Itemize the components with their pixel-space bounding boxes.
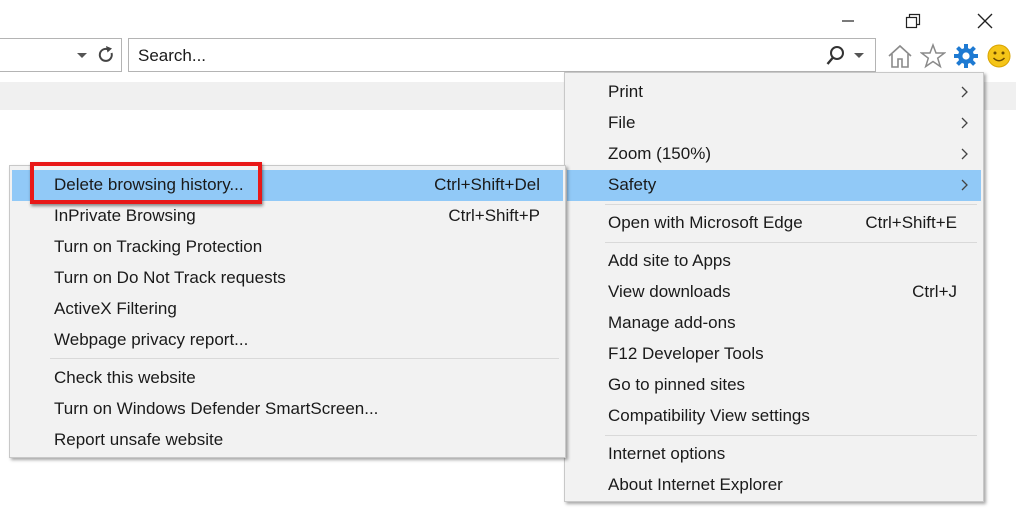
menu-separator <box>50 358 559 359</box>
star-icon <box>920 43 946 69</box>
chevron-right-icon <box>961 179 968 191</box>
smiley-icon <box>987 44 1011 68</box>
menu-item-add-site-to-apps[interactable]: Add site to Apps <box>567 246 981 277</box>
menu-separator <box>605 204 977 205</box>
menu-item-print[interactable]: Print <box>567 77 981 108</box>
magnifier-icon[interactable] <box>825 45 847 67</box>
home-icon <box>888 44 912 68</box>
home-button[interactable] <box>886 42 914 70</box>
menu-item-manage-add-ons[interactable]: Manage add-ons <box>567 308 981 339</box>
menu-item-check-website[interactable]: Check this website <box>12 363 563 394</box>
menu-item-label: Open with Microsoft Edge <box>608 213 803 232</box>
menu-item-tracking-protection[interactable]: Turn on Tracking Protection <box>12 232 563 263</box>
menu-item-privacy-report[interactable]: Webpage privacy report... <box>12 325 563 356</box>
close-icon <box>977 13 993 29</box>
menu-item-open-with-edge[interactable]: Open with Microsoft Edge Ctrl+Shift+E <box>567 208 981 239</box>
menu-item-zoom[interactable]: Zoom (150%) <box>567 139 981 170</box>
menu-item-label: Report unsafe website <box>54 430 224 449</box>
refresh-icon[interactable] <box>96 45 116 65</box>
menu-item-label: Zoom (150%) <box>608 144 711 163</box>
menu-separator <box>605 242 977 243</box>
highlight-annotation-box <box>30 162 262 204</box>
menu-item-about-ie[interactable]: About Internet Explorer <box>567 470 981 501</box>
menu-item-label: Turn on Tracking Protection <box>54 237 263 256</box>
feedback-button[interactable] <box>985 42 1013 70</box>
menu-item-shortcut: Ctrl+Shift+P <box>448 206 540 225</box>
safety-submenu: Delete browsing history... Ctrl+Shift+De… <box>9 165 566 458</box>
menu-item-label: Print <box>608 82 643 101</box>
menu-item-shortcut: Ctrl+Shift+Del <box>434 175 540 194</box>
search-input[interactable]: Search... <box>138 46 206 66</box>
menu-item-report-unsafe[interactable]: Report unsafe website <box>12 425 563 456</box>
menu-item-shortcut: Ctrl+Shift+E <box>865 213 957 232</box>
chevron-right-icon <box>961 86 968 98</box>
chevron-right-icon <box>961 148 968 160</box>
chevron-down-icon[interactable] <box>853 49 865 61</box>
menu-item-internet-options[interactable]: Internet options <box>567 439 981 470</box>
menu-item-label: Turn on Do Not Track requests <box>54 268 286 287</box>
menu-separator <box>605 435 977 436</box>
chevron-down-icon[interactable] <box>76 49 88 61</box>
menu-item-f12-developer-tools[interactable]: F12 Developer Tools <box>567 339 981 370</box>
menu-item-label: Compatibility View settings <box>608 406 810 425</box>
tools-menu: Print File Zoom (150%) Safety Open with … <box>564 72 984 502</box>
search-box[interactable]: Search... <box>128 38 876 72</box>
menu-item-label: Turn on Windows Defender SmartScreen... <box>54 399 379 418</box>
menu-item-label: Safety <box>608 175 657 194</box>
menu-item-label: File <box>608 113 636 132</box>
menu-item-label: Add site to Apps <box>608 251 731 270</box>
menu-item-inprivate-browsing[interactable]: InPrivate Browsing Ctrl+Shift+P <box>12 201 563 232</box>
restore-icon <box>905 13 921 29</box>
gear-icon <box>954 44 978 68</box>
menu-item-smartscreen[interactable]: Turn on Windows Defender SmartScreen... <box>12 394 563 425</box>
chevron-right-icon <box>961 117 968 129</box>
menu-item-compatibility-view[interactable]: Compatibility View settings <box>567 401 981 432</box>
menu-item-label: Check this website <box>54 368 196 387</box>
menu-item-shortcut: Ctrl+J <box>912 282 957 301</box>
menu-item-label: View downloads <box>608 282 731 301</box>
close-button[interactable] <box>970 8 1000 34</box>
menu-item-file[interactable]: File <box>567 108 981 139</box>
menu-item-go-to-pinned-sites[interactable]: Go to pinned sites <box>567 370 981 401</box>
menu-item-safety[interactable]: Safety <box>567 170 981 201</box>
menu-item-label: F12 Developer Tools <box>608 344 764 363</box>
menu-item-label: Webpage privacy report... <box>54 330 249 349</box>
menu-item-label: Internet options <box>608 444 726 463</box>
minimize-icon <box>842 20 854 22</box>
menu-item-do-not-track[interactable]: Turn on Do Not Track requests <box>12 263 563 294</box>
menu-item-label: ActiveX Filtering <box>54 299 177 318</box>
restore-button[interactable] <box>898 8 928 34</box>
menu-item-activex-filtering[interactable]: ActiveX Filtering <box>12 294 563 325</box>
favorites-button[interactable] <box>919 42 947 70</box>
menu-item-view-downloads[interactable]: View downloads Ctrl+J <box>567 277 981 308</box>
menu-item-label: InPrivate Browsing <box>54 206 196 225</box>
menu-item-label: About Internet Explorer <box>608 475 783 494</box>
menu-item-label: Manage add-ons <box>608 313 736 332</box>
address-bar[interactable] <box>0 38 122 72</box>
minimize-button[interactable] <box>833 8 863 34</box>
tools-button[interactable] <box>952 42 980 70</box>
menu-item-label: Go to pinned sites <box>608 375 746 394</box>
